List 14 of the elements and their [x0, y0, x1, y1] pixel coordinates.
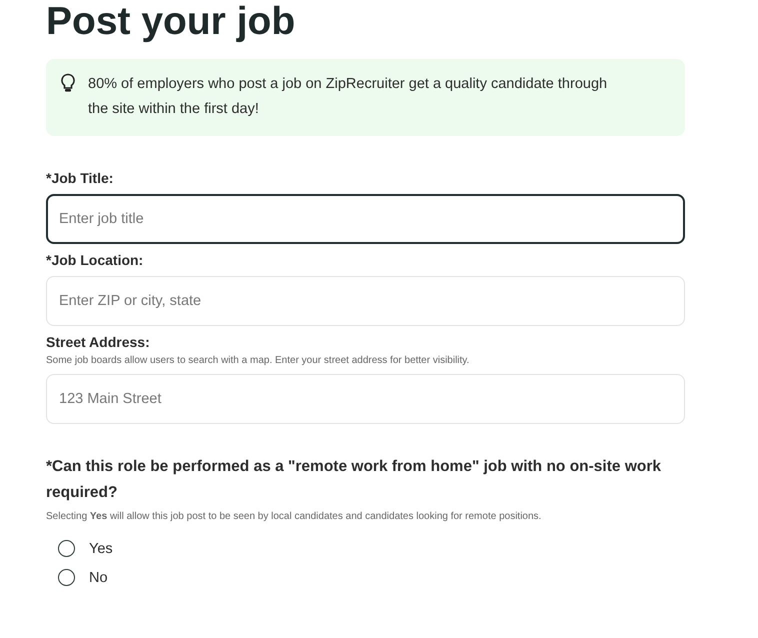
field-label: Street Address: — [46, 334, 151, 350]
field-label: *Job Location: — [46, 252, 144, 268]
tip-text: 80% of employers who post a job on ZipRecruiter get a quality candidate through the site within the first day! — [88, 75, 608, 119]
field-label: *Job Title: — [46, 170, 114, 186]
option-label[interactable]: Yes — [89, 540, 113, 556]
radio-button[interactable] — [58, 540, 75, 557]
radio-button[interactable] — [58, 569, 75, 586]
question-label: *Can this role be performed as a "remote work from home" job with no on-site work required? — [46, 457, 662, 503]
field-hint: Some job boards allow users to search with a map. Enter your street address for better visibility. — [46, 355, 470, 366]
lightbulb-icon — [60, 73, 76, 93]
page-title: Post your job — [46, 0, 296, 44]
option-label[interactable]: No — [89, 570, 108, 586]
question-hint: Selecting Yes will allow this job post to be seen by local candidates and candidates looking for remote positions. — [46, 511, 542, 522]
input-field[interactable]: Enter job title — [46, 194, 685, 244]
